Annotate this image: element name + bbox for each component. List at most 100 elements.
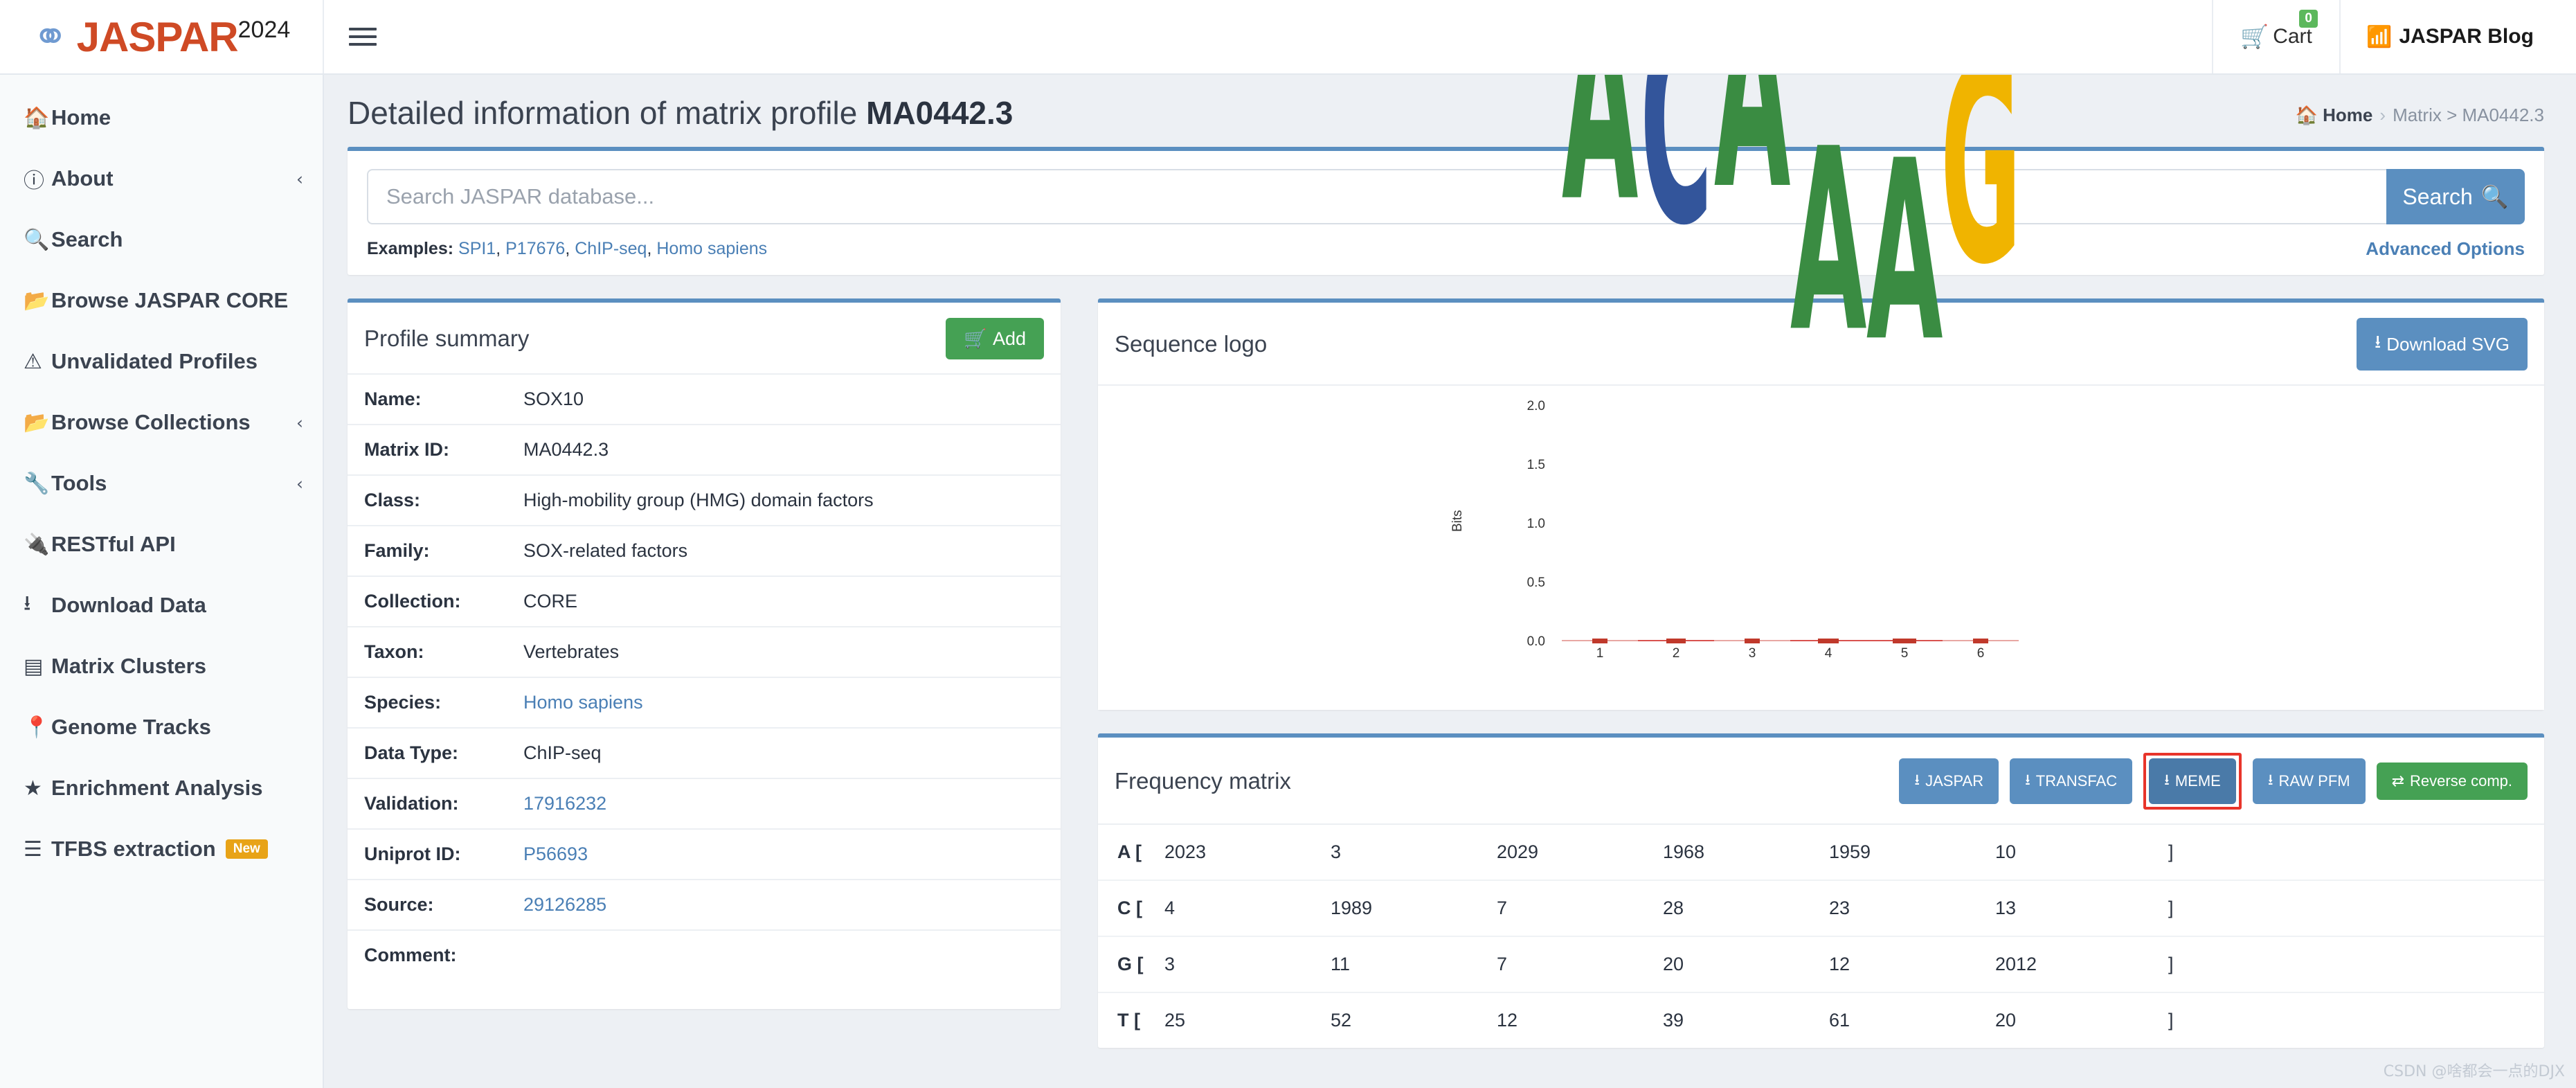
example-link-p17676[interactable]: P17676	[505, 239, 565, 258]
row-key: Name:	[364, 389, 422, 409]
sidebar-item-search[interactable]: 🔍 Search	[0, 209, 323, 270]
cart-count-badge: 0	[2299, 9, 2318, 28]
search-button[interactable]: Search 🔍	[2386, 169, 2525, 224]
table-row: Matrix ID: MA0442.3	[348, 425, 1061, 475]
sidebar-item-download-data[interactable]: ⭳ Download Data	[0, 575, 323, 636]
logo-column: A	[1714, 75, 1790, 643]
sidebar-navigation: 🏠 Home ⓘ About ‹ 🔍 Search 📂 Browse JASPA…	[0, 75, 324, 1088]
sidebar-item-label: TFBS extraction	[51, 837, 216, 861]
sidebar-item-browse-collections[interactable]: 📂 Browse Collections ‹	[0, 392, 323, 453]
row-value	[507, 930, 1061, 1009]
download-icon: ⭳	[24, 591, 31, 616]
download-meme-button[interactable]: ⭳ MEME	[2149, 758, 2236, 804]
matrix-cell: 11	[1331, 954, 1351, 974]
species-link[interactable]: Homo sapiens	[523, 692, 643, 713]
add-to-cart-button[interactable]: 🛒 Add	[946, 318, 1044, 359]
logo-letter-a: A	[1561, 75, 1639, 267]
button-label: MEME	[2174, 772, 2221, 790]
advanced-options-link[interactable]: Advanced Options	[2366, 238, 2525, 260]
matrix-close-bracket: ]	[2168, 841, 2174, 862]
brand-logo[interactable]: ⚭ JASPAR 2024	[0, 0, 324, 73]
logo-letter-a: A	[1866, 109, 1943, 398]
matrix-cell: 3	[1331, 841, 1342, 862]
row-value: 17916232	[507, 778, 1061, 829]
uniprot-link[interactable]: P56693	[523, 844, 588, 864]
sidebar-item-home[interactable]: 🏠 Home	[0, 87, 323, 148]
sidebar-item-genome-tracks[interactable]: 📍 Genome Tracks	[0, 697, 323, 758]
download-icon: ⭳	[2267, 771, 2273, 788]
search-icon: 🔍	[2480, 184, 2509, 209]
x-tick: 6	[1976, 646, 1985, 661]
matrix-cell: 61	[1829, 1010, 1850, 1031]
example-link-homo-sapiens[interactable]: Homo sapiens	[656, 239, 767, 258]
download-svg-button[interactable]: ⭳ Download SVG	[2357, 318, 2528, 371]
breadcrumb-home-link[interactable]: 🏠 Home	[2296, 105, 2373, 126]
examples-label: Examples:	[367, 239, 454, 258]
page-title: Detailed information of matrix profile M…	[348, 94, 1013, 132]
matrix-cell: 10	[1995, 841, 2017, 862]
matrix-base-label: G [	[1117, 954, 1144, 974]
sidebar-item-label: Download Data	[51, 593, 206, 617]
jaspar-blog-link[interactable]: 📶 JASPAR Blog	[2341, 0, 2576, 73]
button-label: RAW PFM	[2278, 772, 2350, 790]
sidebar-item-browse-jaspar-core[interactable]: 📂 Browse JASPAR CORE	[0, 270, 323, 331]
breadcrumb-home-label: Home	[2323, 105, 2373, 125]
table-row: Name: SOX10	[348, 375, 1061, 425]
y-tick: 0.0	[1526, 634, 1545, 649]
download-icon: ⭳	[2375, 331, 2381, 352]
download-raw-pfm-button[interactable]: ⭳ RAW PFM	[2252, 758, 2366, 804]
example-link-spi1[interactable]: SPI1	[458, 239, 496, 258]
validation-link[interactable]: 17916232	[523, 793, 606, 814]
brand-year: 2024	[237, 16, 291, 43]
chevron-left-icon: ‹	[296, 168, 303, 189]
sidebar-item-tools[interactable]: 🔧 Tools ‹	[0, 453, 323, 514]
error-bar	[1666, 639, 1686, 643]
sidebar-item-enrichment-analysis[interactable]: ★ Enrichment Analysis	[0, 758, 323, 819]
row-key: Source:	[364, 894, 434, 915]
table-row: Uniprot ID: P56693	[348, 829, 1061, 880]
sidebar-item-matrix-clusters[interactable]: ▤ Matrix Clusters	[0, 636, 323, 697]
watermark: CSDN @啥都会一点的DJX	[2383, 1063, 2565, 1080]
error-bar	[1745, 639, 1760, 643]
info-circle-icon: ⓘ	[24, 169, 44, 193]
top-navigation-bar: ⚭ JASPAR 2024 🛒 Cart 0 📶 JASPAR Blog	[0, 0, 2576, 75]
row-key: Species:	[364, 692, 442, 713]
row-value: P56693	[507, 829, 1061, 880]
matrix-cell: 39	[1663, 1010, 1684, 1031]
button-label: JASPAR	[1925, 772, 1984, 790]
table-row: Validation: 17916232	[348, 778, 1061, 829]
profile-summary-title: Profile summary	[364, 325, 530, 351]
example-link-chipseq[interactable]: ChIP-seq	[575, 239, 647, 258]
sidebar-item-label: Home	[51, 105, 111, 130]
breadcrumb-separator: ›	[2379, 105, 2386, 125]
hamburger-icon	[349, 23, 377, 51]
open-access-icon: ⚭	[32, 10, 69, 62]
matrix-cell: 12	[1497, 1010, 1518, 1031]
reverse-complement-button[interactable]: ⇄ Reverse comp.	[2376, 763, 2528, 800]
search-button-label: Search	[2402, 184, 2473, 209]
sidebar-toggle-button[interactable]	[324, 0, 402, 73]
sidebar-item-restful-api[interactable]: 🔌 RESTful API	[0, 514, 323, 575]
wrench-icon: 🔧	[24, 471, 50, 496]
page-header: Detailed information of matrix profile M…	[325, 75, 2576, 147]
row-key: Validation:	[364, 793, 459, 814]
y-tick: 1.5	[1526, 458, 1545, 472]
download-jaspar-button[interactable]: ⭳ JASPAR	[1899, 758, 1999, 804]
logo-column: A	[1866, 130, 1943, 643]
matrix-cell: 7	[1497, 898, 1508, 918]
table-row: Taxon: Vertebrates	[348, 627, 1061, 677]
sidebar-item-about[interactable]: ⓘ About ‹	[0, 148, 323, 209]
search-input[interactable]	[367, 169, 2386, 224]
sidebar-item-tfbs-extraction[interactable]: ☰ TFBS extraction New	[0, 819, 323, 880]
download-transfac-button[interactable]: ⭳ TRANSFAC	[2010, 758, 2133, 804]
logo-letter-a: A	[1790, 96, 1867, 389]
matrix-cell: 25	[1164, 1010, 1186, 1031]
matrix-cell: 1959	[1829, 841, 1871, 862]
y-axis-title: Bits	[1450, 510, 1465, 532]
profile-summary-header: Profile summary 🛒 Add	[348, 303, 1061, 375]
sidebar-item-unvalidated-profiles[interactable]: ⚠ Unvalidated Profiles	[0, 331, 323, 392]
frequency-matrix-table: A [2023 3 2029 1968 1959 10] C [4 1989 7 28 23 13] G…	[1098, 825, 2544, 1048]
page-title-matrix-id: MA0442.3	[866, 95, 1014, 131]
source-link[interactable]: 29126285	[523, 894, 606, 915]
cart-button[interactable]: 🛒 Cart 0	[2212, 0, 2341, 73]
